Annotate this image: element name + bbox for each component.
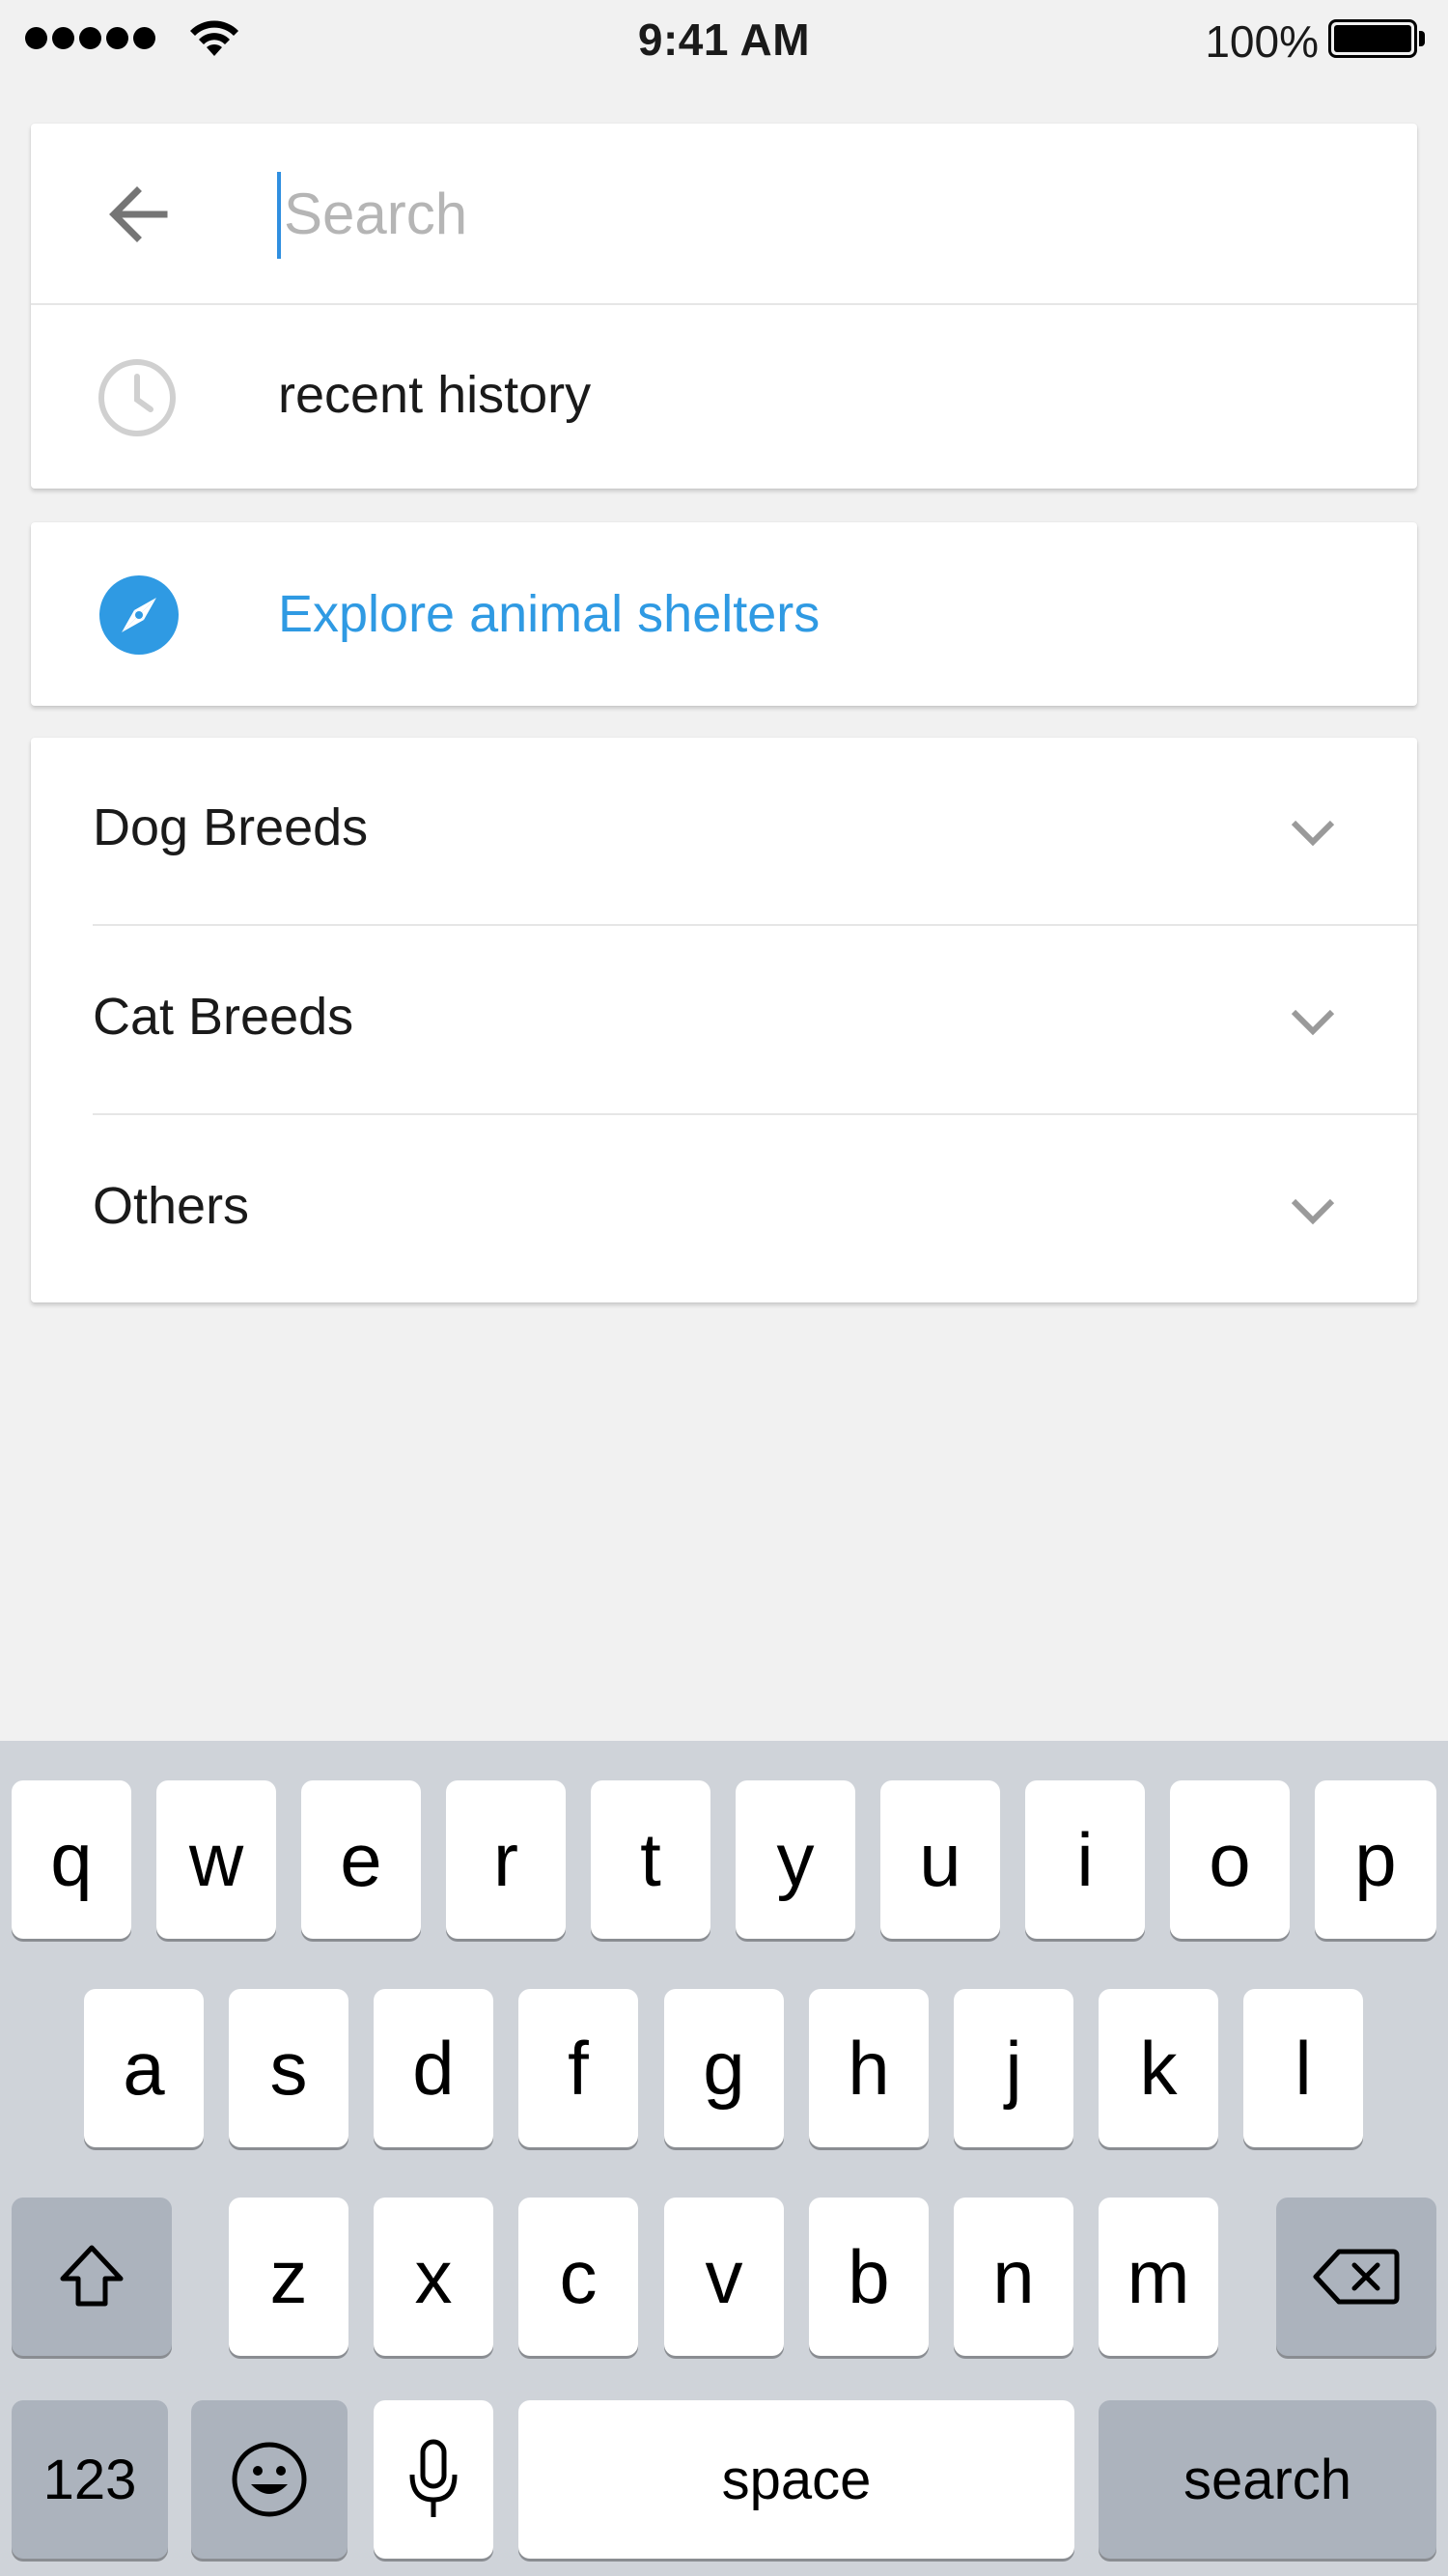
key-q[interactable]: q [12,1780,131,1939]
space-key[interactable]: space [518,2400,1074,2559]
category-dog-breeds[interactable]: Dog Breeds [31,738,1417,926]
key-k[interactable]: k [1099,1989,1218,2147]
battery-icon [1328,19,1425,58]
category-others[interactable]: Others [31,1116,1417,1304]
clock-icon [98,359,176,436]
arrow-left-icon[interactable] [98,174,180,255]
key-o[interactable]: o [1170,1780,1290,1939]
microphone-icon [409,2439,458,2517]
key-a[interactable]: a [84,1989,204,2147]
recent-history-item[interactable]: recent history [31,307,1417,489]
key-d[interactable]: d [374,1989,493,2147]
dictation-key[interactable] [374,2400,493,2559]
key-y[interactable]: y [736,1780,855,1939]
key-p[interactable]: p [1315,1780,1436,1939]
search-key[interactable]: search [1099,2400,1436,2559]
delete-key[interactable] [1276,2198,1436,2356]
key-b[interactable]: b [809,2198,929,2356]
key-x[interactable]: x [374,2198,493,2356]
key-j[interactable]: j [954,1989,1073,2147]
chevron-down-icon [1291,820,1335,847]
divider [93,924,1417,926]
backspace-icon [1313,2249,1400,2305]
key-v[interactable]: v [664,2198,784,2356]
key-z[interactable]: z [229,2198,348,2356]
key-r[interactable]: r [446,1780,566,1939]
key-l[interactable]: l [1243,1989,1363,2147]
on-screen-keyboard: q w e r t y u i o p a s d f g h j k l z … [0,1741,1448,2576]
divider [93,1113,1417,1115]
chevron-down-icon [1291,1198,1335,1225]
compass-icon [99,575,179,655]
status-bar: 9:41 AM 100% [0,0,1448,77]
search-card: recent history [31,124,1417,489]
key-h[interactable]: h [809,1989,929,2147]
key-n[interactable]: n [954,2198,1073,2356]
battery-percent: 100% [1205,16,1319,67]
category-label: Cat Breeds [93,988,354,1046]
shift-key[interactable] [12,2198,172,2356]
recent-history-label: recent history [278,366,592,424]
category-cat-breeds[interactable]: Cat Breeds [31,927,1417,1115]
key-m[interactable]: m [1099,2198,1218,2356]
explore-shelters-item[interactable]: Explore animal shelters [31,522,1417,706]
emoji-key[interactable] [191,2400,348,2559]
category-label: Dog Breeds [93,798,369,856]
search-bar [31,124,1417,305]
key-i[interactable]: i [1025,1780,1145,1939]
key-e[interactable]: e [301,1780,421,1939]
key-f[interactable]: f [518,1989,638,2147]
emoji-icon [232,2442,307,2517]
key-t[interactable]: t [591,1780,710,1939]
shift-icon [60,2245,124,2307]
category-list: Dog Breeds Cat Breeds Others [31,738,1417,1302]
explore-shelters-label: Explore animal shelters [278,585,821,643]
key-g[interactable]: g [664,1989,784,2147]
key-w[interactable]: w [156,1780,276,1939]
key-s[interactable]: s [229,1989,348,2147]
chevron-down-icon [1291,1009,1335,1036]
key-u[interactable]: u [880,1780,1000,1939]
search-input[interactable] [276,160,1338,266]
key-c[interactable]: c [518,2198,638,2356]
numbers-key[interactable]: 123 [12,2400,168,2559]
category-label: Others [93,1177,250,1235]
